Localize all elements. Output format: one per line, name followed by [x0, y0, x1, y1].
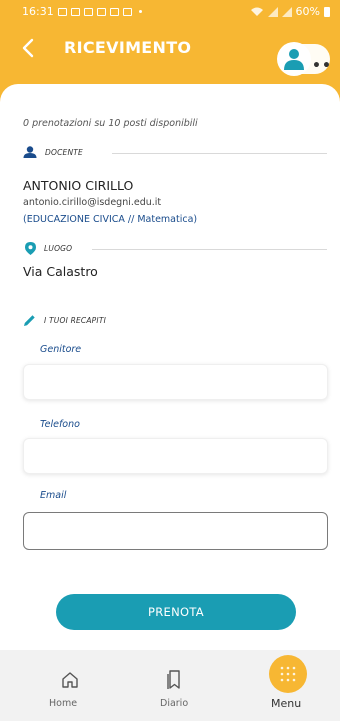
grid-dots-icon — [280, 666, 296, 682]
page-title: RICEVIMENTO — [64, 38, 192, 57]
menu-button[interactable] — [269, 655, 307, 693]
status-right-group: 60% — [250, 5, 330, 18]
availability-text: 0 prenotazioni su 10 posti disponibili — [23, 118, 198, 129]
contacts-heading-label: I TUOI RECAPITI — [44, 316, 107, 325]
notification-icon — [57, 7, 67, 16]
parent-input[interactable] — [24, 365, 327, 399]
calendar-icon — [70, 7, 80, 16]
contacts-section-heading: I TUOI RECAPITI — [23, 314, 106, 327]
wifi-icon — [250, 7, 263, 16]
teacher-heading-label: DOCENTE — [45, 147, 83, 157]
teacher-name: ANTONIO CIRILLO — [23, 178, 134, 193]
nav-label-menu[interactable]: Menu — [271, 697, 301, 710]
parent-field-label: Genitore — [40, 344, 82, 355]
section-divider — [112, 153, 327, 154]
nav-item-home[interactable]: Home — [30, 650, 110, 721]
signal-icon — [267, 6, 278, 17]
email-input[interactable] — [24, 513, 327, 549]
back-arrow-icon[interactable] — [20, 36, 36, 60]
phone-field[interactable] — [23, 438, 328, 474]
signal-icon-2 — [281, 6, 292, 17]
parent-field[interactable] — [23, 364, 328, 400]
battery-icon — [324, 6, 330, 17]
nav-item-diario[interactable]: Diario — [134, 650, 214, 721]
more-notifications-dot — [138, 10, 142, 13]
status-time-group: 16:31 — [22, 5, 142, 18]
home-icon — [62, 672, 78, 688]
nav-label-home: Home — [49, 698, 78, 709]
book-button[interactable]: PRENOTA — [56, 594, 296, 630]
teacher-subjects: (EDUCAZIONE CIVICA // Matematica) — [23, 214, 198, 225]
bookmark-icon — [167, 670, 180, 689]
teacher-email[interactable]: antonio.cirillo@isdegni.edu.it — [23, 197, 161, 208]
pencil-icon — [24, 315, 35, 326]
more-options-icon[interactable]: •• — [312, 58, 332, 74]
email-field-label: Email — [40, 490, 67, 501]
phone-field-label: Telefono — [40, 419, 80, 430]
teacher-section-heading: DOCENTE — [23, 146, 83, 158]
image-icon — [96, 7, 106, 16]
place-heading-label: LUOGO — [44, 244, 73, 253]
nav-label-diario: Diario — [160, 698, 189, 709]
email-field[interactable] — [23, 512, 328, 550]
mail-icon — [122, 7, 132, 16]
battery-percent: 60% — [295, 5, 320, 18]
phone-input[interactable] — [24, 439, 327, 473]
place-section-heading: LUOGO — [25, 242, 72, 255]
place-name: Via Calastro — [23, 264, 98, 279]
user-avatar-icon — [284, 49, 304, 70]
section-divider — [92, 249, 327, 250]
avatar[interactable] — [277, 42, 311, 76]
location-pin-icon — [25, 242, 36, 255]
grid-notification-icon — [83, 7, 93, 16]
status-time: 16:31 — [22, 5, 54, 18]
person-icon — [23, 146, 37, 158]
status-bar: 16:31 60% — [0, 0, 340, 24]
app-notification-icon — [109, 7, 119, 16]
